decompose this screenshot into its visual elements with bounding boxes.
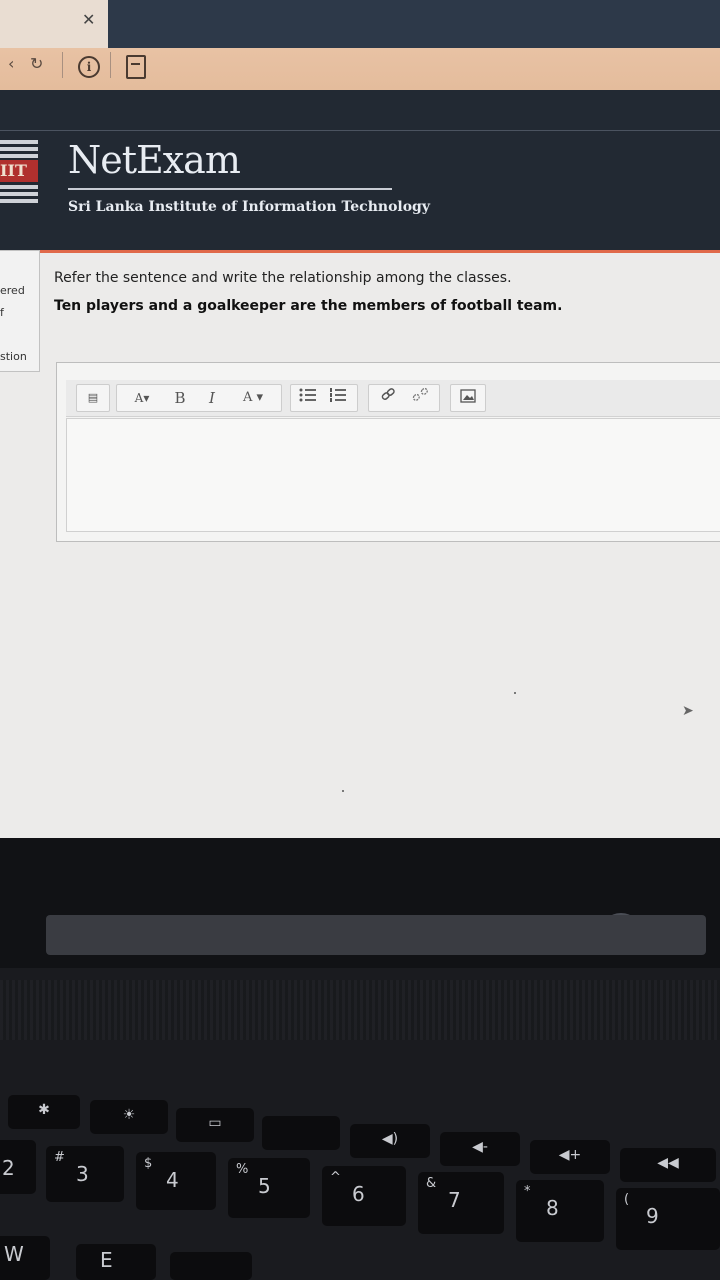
brand-subtitle: Sri Lanka Institute of Information Techn… xyxy=(68,199,430,215)
logo-text: IIT xyxy=(0,160,38,182)
link-icon[interactable] xyxy=(375,385,401,411)
key-r[interactable] xyxy=(170,1252,252,1280)
key-label: 6 xyxy=(352,1182,365,1206)
key-5[interactable]: % 5 xyxy=(228,1158,310,1218)
question-status-label: ered xyxy=(0,284,25,297)
dust-speck xyxy=(342,790,344,792)
key-e[interactable]: E xyxy=(76,1244,156,1280)
previous-track-key[interactable]: ◀◀ xyxy=(620,1148,716,1182)
bold-button[interactable]: B xyxy=(169,385,191,411)
answer-text-area[interactable] xyxy=(66,418,720,532)
key-label: 4 xyxy=(166,1168,179,1192)
link-group xyxy=(368,384,440,412)
key-symbol: # xyxy=(54,1150,65,1165)
back-icon[interactable]: ‹ xyxy=(8,54,14,73)
key-label: 8 xyxy=(546,1196,559,1220)
reload-icon[interactable]: ↻ xyxy=(30,54,43,73)
mouse-cursor-icon: ➤ xyxy=(682,703,694,719)
key-symbol: ( xyxy=(624,1192,630,1207)
brand-divider xyxy=(68,188,392,190)
image-icon[interactable] xyxy=(455,385,481,411)
divider xyxy=(62,52,63,78)
unlink-icon[interactable] xyxy=(407,385,433,411)
speaker-grille xyxy=(0,980,720,1040)
key-3[interactable]: # 3 xyxy=(46,1146,124,1202)
toolbar-toggle-icon: ▤ xyxy=(87,391,99,404)
main-content xyxy=(0,253,720,900)
key-symbol: * xyxy=(524,1184,531,1199)
page-icon[interactable] xyxy=(126,55,146,79)
format-group: A▾ B I A ▾ xyxy=(116,384,282,412)
laptop-screen: ✕ ‹ ↻ i IIT NetExam Sri Lanka Institute … xyxy=(0,0,720,900)
browser-toolbar xyxy=(0,48,720,90)
key-label: 5 xyxy=(258,1174,271,1198)
header-divider xyxy=(0,130,720,131)
key-label: 3 xyxy=(76,1162,89,1186)
font-size-button[interactable]: A▾ xyxy=(123,385,161,411)
key-symbol: ^ xyxy=(330,1170,341,1185)
function-key[interactable] xyxy=(262,1116,340,1150)
key-9[interactable]: ( 9 xyxy=(616,1188,720,1250)
key-symbol: % xyxy=(236,1162,249,1177)
volume-down-key[interactable]: ◀- xyxy=(440,1132,520,1166)
sliit-logo: IIT xyxy=(0,140,38,212)
key-2[interactable]: 2 xyxy=(0,1140,36,1194)
list-group xyxy=(290,384,358,412)
browser-tab-bar xyxy=(0,0,720,50)
question-status-label: f xyxy=(0,306,4,319)
flag-question-label[interactable]: stion xyxy=(0,350,27,363)
key-4[interactable]: $ 4 xyxy=(136,1152,216,1210)
image-group xyxy=(450,384,486,412)
key-label: 2 xyxy=(2,1156,15,1180)
key-label: 7 xyxy=(448,1188,461,1212)
key-symbol: $ xyxy=(144,1156,153,1171)
key-label: E xyxy=(100,1248,113,1272)
toolbar-toggle-button[interactable]: ▤ xyxy=(76,384,110,412)
site-info-icon[interactable]: i xyxy=(78,56,100,78)
question-text: Refer the sentence and write the relatio… xyxy=(54,270,512,286)
divider xyxy=(110,52,111,78)
key-7[interactable]: & 7 xyxy=(418,1172,504,1234)
key-6[interactable]: ^ 6 xyxy=(322,1166,406,1226)
editor-toolbar: ▤ A▾ B I A ▾ xyxy=(66,380,720,417)
key-w[interactable]: W xyxy=(0,1236,50,1280)
italic-button[interactable]: I xyxy=(201,385,223,411)
brightness-key[interactable]: ☀ xyxy=(90,1100,168,1134)
font-size-icon: A xyxy=(134,391,144,405)
key-symbol: & xyxy=(426,1176,437,1191)
dust-speck xyxy=(514,692,516,694)
tab-close-icon[interactable]: ✕ xyxy=(82,10,95,29)
question-sentence: Ten players and a goalkeeper are the mem… xyxy=(54,298,563,314)
volume-up-key[interactable]: ◀+ xyxy=(530,1140,610,1174)
mute-key[interactable]: ◀) xyxy=(350,1124,430,1158)
brand-title: NetExam xyxy=(68,138,241,182)
numbered-list-icon[interactable] xyxy=(325,385,351,411)
font-color-button[interactable]: A ▾ xyxy=(231,385,275,411)
bullet-list-icon[interactable] xyxy=(295,385,321,411)
laptop-hinge xyxy=(46,915,706,955)
key-label: W xyxy=(4,1242,24,1266)
key-8[interactable]: * 8 xyxy=(516,1180,604,1242)
key-label: 9 xyxy=(646,1204,659,1228)
display-key[interactable]: ▭ xyxy=(176,1108,254,1142)
function-key[interactable]: ✱ xyxy=(8,1095,80,1129)
